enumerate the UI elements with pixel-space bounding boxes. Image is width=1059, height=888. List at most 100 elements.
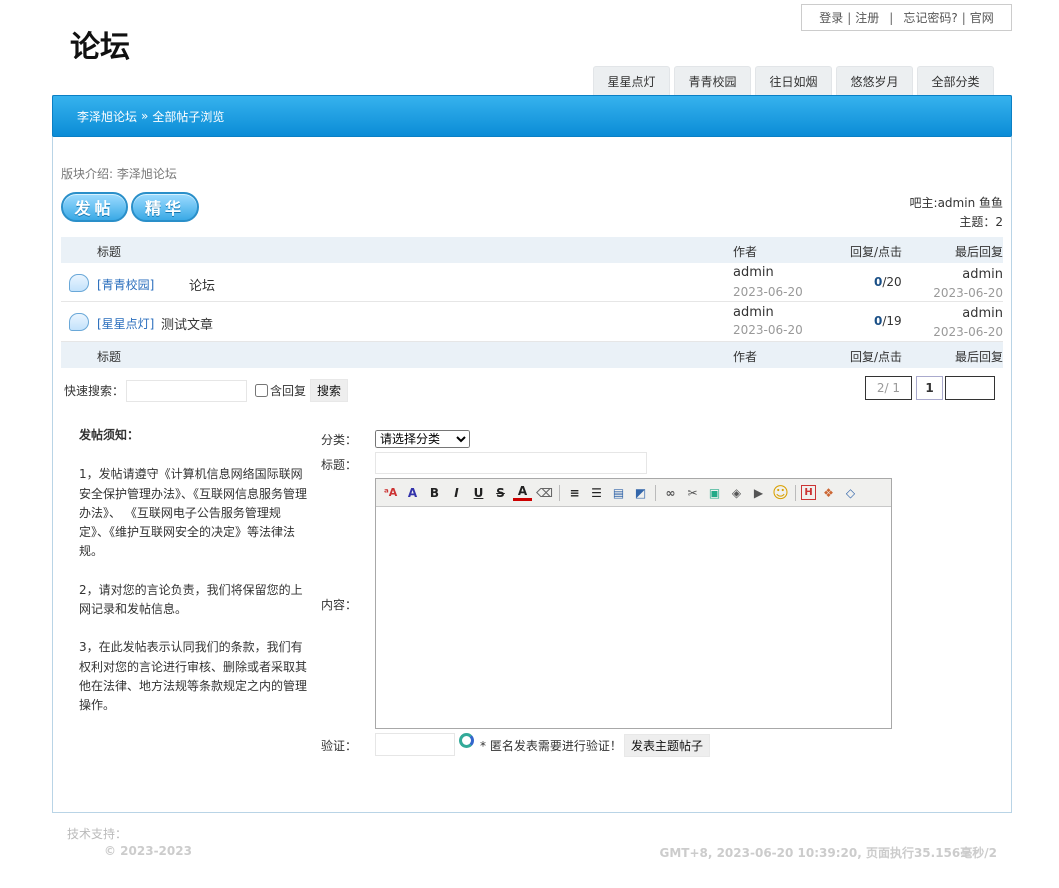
header-title: 标题 — [97, 245, 122, 259]
notice-item: 3，在此发帖表示认同我们的条款，我们有权利对您的言论进行审核、删除或者采取其他在… — [79, 640, 308, 713]
last-reply-user[interactable]: admin — [962, 306, 1003, 321]
search-input[interactable] — [126, 379, 248, 402]
rich-text-editor: ᵃA A B I U S A ⌫ ≡ ☰ ▤ ◩ ∞ ✂ ▣ ◈ ▶ ☺ H ❖… — [375, 478, 892, 729]
flash-icon[interactable]: ◈ — [727, 483, 746, 502]
board-owner-info: 吧主:admin 鱼鱼 主题：2 — [910, 194, 1003, 232]
official-site-link[interactable]: 官网 — [970, 9, 994, 26]
align-icon[interactable]: ≡ — [565, 483, 584, 502]
forgot-password-link[interactable]: 忘记密码? — [903, 9, 957, 26]
search-button[interactable]: 搜索 — [310, 379, 349, 402]
header-author: 作者 — [733, 245, 758, 259]
toolbar-divider — [795, 484, 796, 501]
refresh-captcha-icon[interactable] — [459, 733, 474, 748]
code-icon[interactable]: ◇ — [841, 483, 860, 502]
separator: | — [847, 10, 852, 25]
italic-icon[interactable]: I — [447, 483, 466, 502]
font-family-icon[interactable]: ᵃA — [381, 483, 400, 502]
posting-notice: 发帖须知： 1，发帖请遵守《计算机信息网络国际联网安全保护管理办法》、《互联网信… — [79, 426, 309, 735]
board-owner[interactable]: 吧主:admin 鱼鱼 — [910, 194, 1003, 213]
table-header: 标题 作者 回复/点击 最后回复 — [61, 237, 1003, 263]
topic-category[interactable]: [青青校园] — [97, 276, 154, 293]
bold-icon[interactable]: B — [425, 483, 444, 502]
verify-label: 验证： — [321, 739, 358, 753]
topic-category[interactable]: [星星点灯] — [97, 315, 154, 332]
include-replies-label: 含回复 — [270, 384, 307, 398]
board-intro: 版块介绍: 李泽旭论坛 — [61, 167, 177, 181]
reply-count: 0/20 — [874, 275, 902, 289]
breadcrumb-arrow: » — [141, 109, 149, 123]
toolbar-divider — [655, 484, 656, 501]
digest-button[interactable]: 精华 — [131, 192, 199, 222]
category-label: 分类： — [321, 433, 358, 447]
list-icon[interactable]: ☰ — [587, 483, 606, 502]
reply-count: 0/19 — [874, 314, 902, 328]
topic-date: 2023-06-20 — [733, 323, 803, 337]
separator: | — [889, 10, 894, 25]
unlink-icon[interactable]: ✂ — [683, 483, 702, 502]
category-tabs: 星星点灯 青青校园 往日如烟 悠悠岁月 全部分类 — [593, 66, 994, 96]
editor-content-area[interactable] — [376, 507, 891, 728]
header-last-reply: 最后回复 — [954, 350, 1003, 364]
tab-xingxing[interactable]: 星星点灯 — [593, 66, 670, 96]
site-logo[interactable]: 论坛 — [70, 22, 130, 66]
login-link[interactable]: 登录 — [819, 9, 843, 26]
underline-icon[interactable]: U — [469, 483, 488, 502]
submit-post-button[interactable]: 发表主题帖子 — [624, 734, 711, 757]
topic-icon — [69, 274, 89, 292]
preview-icon[interactable]: ❖ — [819, 483, 838, 502]
last-reply-date: 2023-06-20 — [933, 286, 1003, 300]
breadcrumb-forum[interactable]: 李泽旭论坛 — [77, 108, 137, 125]
new-post-button[interactable]: 发帖 — [61, 192, 128, 222]
image-icon[interactable]: ▣ — [705, 483, 724, 502]
tab-all[interactable]: 全部分类 — [917, 66, 994, 96]
category-select[interactable]: 请选择分类 — [375, 430, 470, 448]
eraser-icon[interactable]: ⌫ — [535, 483, 554, 502]
register-link[interactable]: 注册 — [855, 9, 879, 26]
frame-icon[interactable]: ◩ — [631, 483, 650, 502]
text-color-icon[interactable]: A — [513, 484, 532, 501]
topic-title[interactable]: 测试文章 — [161, 314, 213, 333]
topic-title[interactable]: 论坛 — [189, 275, 215, 294]
tab-youyou[interactable]: 悠悠岁月 — [836, 66, 913, 96]
emoticon-icon[interactable]: ☺ — [771, 483, 790, 502]
quick-search: 快速搜索： 含回复 搜索 — [64, 379, 349, 402]
page-1-link[interactable]: 1 — [916, 376, 943, 400]
tab-qingqing[interactable]: 青青校园 — [674, 66, 751, 96]
media-icon[interactable]: ▶ — [749, 483, 768, 502]
content-label: 内容： — [321, 598, 358, 612]
strikethrough-icon[interactable]: S — [491, 483, 510, 502]
include-replies-checkbox[interactable] — [255, 384, 269, 397]
tech-support: 技术支持： — [67, 827, 128, 841]
toolbar-divider — [559, 484, 560, 501]
title-input[interactable] — [375, 452, 647, 474]
search-label: 快速搜索： — [64, 384, 125, 398]
notice-item: 1，发帖请遵守《计算机信息网络国际联网安全保护管理办法》、《互联网信息服务管理办… — [79, 467, 308, 559]
top-links: 登录 | 注册 | 忘记密码? | 官网 — [801, 4, 1012, 31]
separator: | — [961, 10, 966, 25]
topic-count: 主题：2 — [959, 215, 1003, 229]
editor-toolbar: ᵃA A B I U S A ⌫ ≡ ☰ ▤ ◩ ∞ ✂ ▣ ◈ ▶ ☺ H ❖… — [376, 479, 891, 507]
html-icon[interactable]: H — [801, 485, 816, 500]
last-reply-date: 2023-06-20 — [933, 325, 1003, 339]
header-last-reply: 最后回复 — [954, 245, 1003, 259]
topic-icon — [69, 313, 89, 331]
server-status: GMT+8, 2023-06-20 10:39:20, 页面执行35.156毫秒… — [659, 846, 997, 860]
table-icon[interactable]: ▤ — [609, 483, 628, 502]
verify-input[interactable] — [375, 733, 455, 756]
topic-author[interactable]: admin — [733, 305, 774, 320]
copyright: © 2023-2023 — [104, 844, 192, 858]
header-replies: 回复/点击 — [850, 245, 903, 259]
last-reply-user[interactable]: admin — [962, 267, 1003, 282]
clicks: /20 — [882, 275, 902, 289]
table-row[interactable]: [星星点灯] 测试文章 admin 2023-06-20 0/19 admin … — [61, 303, 1003, 342]
topic-author[interactable]: admin — [733, 265, 774, 280]
header-author: 作者 — [733, 350, 758, 364]
table-row[interactable]: [青青校园] 论坛 admin 2023-06-20 0/20 admin 20… — [61, 263, 1003, 302]
topic-date: 2023-06-20 — [733, 285, 803, 299]
font-size-icon[interactable]: A — [403, 483, 422, 502]
verify-hint: * 匿名发表需要进行验证！ — [480, 739, 622, 753]
tab-wangri[interactable]: 往日如烟 — [755, 66, 832, 96]
breadcrumb: 李泽旭论坛 » 全部帖子浏览 — [52, 95, 1012, 137]
link-icon[interactable]: ∞ — [661, 483, 680, 502]
page-jump-input[interactable] — [945, 376, 995, 400]
